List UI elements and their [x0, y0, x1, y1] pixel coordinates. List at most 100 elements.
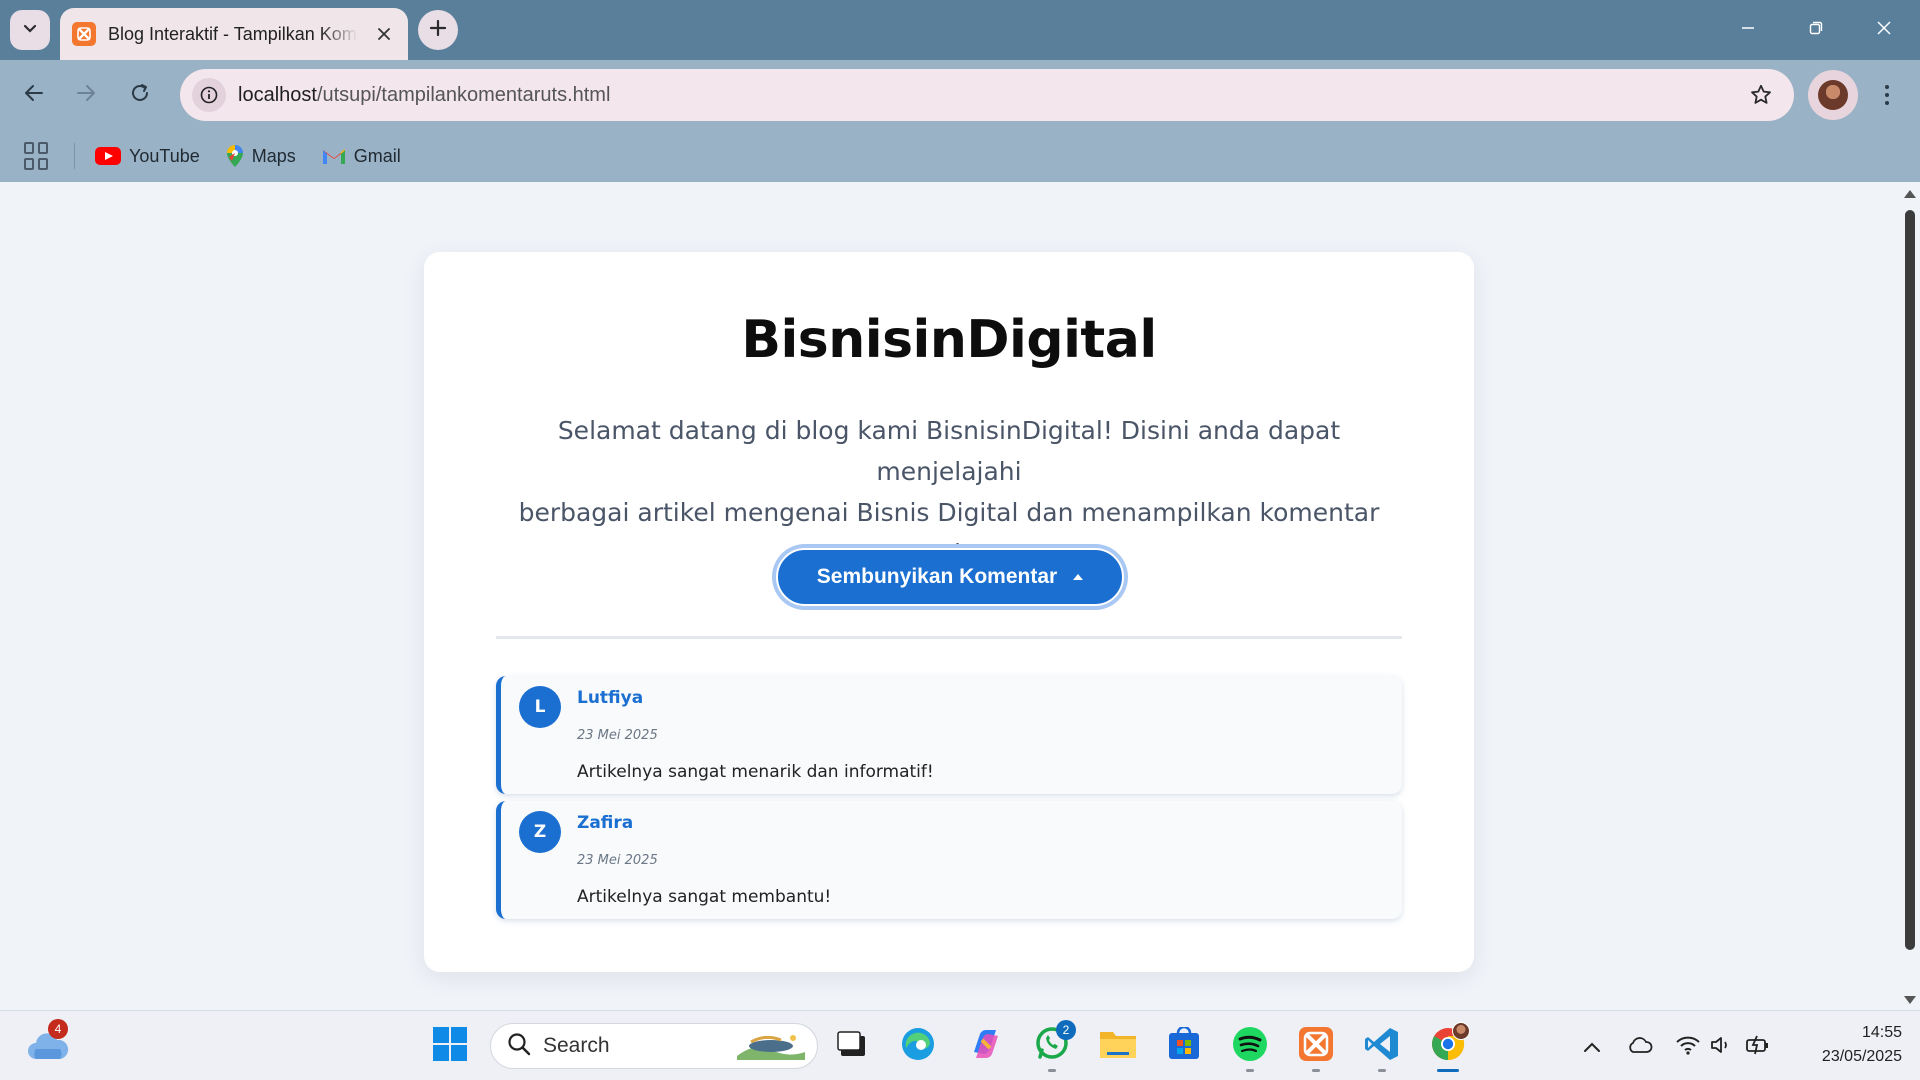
- search-label: Search: [543, 1034, 610, 1057]
- vscode-icon: [1364, 1026, 1400, 1066]
- copilot-icon: [968, 1026, 1004, 1066]
- profile-photo-icon: [1818, 80, 1848, 110]
- volume-tray[interactable]: [1708, 1033, 1736, 1061]
- spotify-icon: [1232, 1026, 1268, 1066]
- reload-button[interactable]: [120, 75, 160, 115]
- whatsapp-badge: 2: [1056, 1020, 1076, 1040]
- page-viewport: BisnisinDigital Selamat datang di blog k…: [0, 182, 1900, 1010]
- page-scrollbar[interactable]: [1900, 182, 1920, 1010]
- windows-taskbar: 4 Search 2 14:55 23/05/2025: [0, 1010, 1920, 1080]
- chevron-down-icon: [22, 20, 38, 40]
- restore-icon: [1808, 20, 1824, 40]
- comment-avatar: Z: [519, 811, 561, 853]
- forward-button[interactable]: [66, 75, 106, 115]
- task-view-icon: [837, 1030, 867, 1062]
- show-hidden-icons[interactable]: [1578, 1033, 1606, 1061]
- battery-charging-icon: [1745, 1034, 1771, 1060]
- browser-menu-button[interactable]: [1872, 78, 1902, 112]
- bookmark-gmail[interactable]: Gmail: [322, 146, 401, 167]
- close-icon: [1876, 20, 1892, 40]
- url-text: localhost/utsupi/tampilankomentaruts.htm…: [238, 84, 610, 107]
- minimize-button[interactable]: [1714, 0, 1782, 60]
- site-info-icon[interactable]: [192, 78, 226, 112]
- taskbar-edge[interactable]: [898, 1026, 938, 1066]
- taskbar-search[interactable]: Search: [490, 1023, 818, 1069]
- new-tab-button[interactable]: [418, 10, 458, 50]
- xampp-icon: [1298, 1026, 1334, 1066]
- taskbar-xampp[interactable]: [1296, 1026, 1336, 1066]
- running-indicator: [1312, 1069, 1320, 1072]
- scroll-down-arrow-icon[interactable]: [1904, 996, 1916, 1004]
- apps-grid-icon[interactable]: [24, 142, 52, 170]
- onedrive-tray[interactable]: [1626, 1033, 1654, 1061]
- browser-toolbar: localhost/utsupi/tampilankomentaruts.htm…: [0, 60, 1920, 130]
- comment-date: 23 Mei 2025: [577, 728, 658, 743]
- minimize-icon: [1740, 20, 1756, 40]
- wifi-tray[interactable]: [1674, 1033, 1702, 1061]
- weather-widget[interactable]: 4: [26, 1019, 70, 1065]
- folder-icon: [1099, 1028, 1137, 1064]
- tab-search-button[interactable]: [10, 10, 50, 50]
- battery-tray[interactable]: [1744, 1033, 1772, 1061]
- taskbar-clock[interactable]: 14:55 23/05/2025: [1790, 1021, 1902, 1069]
- clock-time: 14:55: [1861, 1024, 1902, 1041]
- comment-text: Artikelnya sangat menarik dan informatif…: [577, 762, 934, 782]
- address-bar[interactable]: localhost/utsupi/tampilankomentaruts.htm…: [180, 69, 1794, 121]
- profile-avatar[interactable]: [1808, 70, 1858, 120]
- start-button[interactable]: [430, 1026, 470, 1066]
- scroll-thumb[interactable]: [1905, 210, 1915, 950]
- bookmark-star-icon[interactable]: [1746, 80, 1776, 110]
- running-indicator: [1378, 1069, 1386, 1072]
- scroll-up-arrow-icon[interactable]: [1904, 190, 1916, 198]
- divider: [496, 636, 1402, 639]
- weather-badge: 4: [48, 1019, 68, 1039]
- bookmark-label: YouTube: [129, 145, 200, 166]
- task-view-button[interactable]: [832, 1026, 872, 1066]
- taskbar-ms-store[interactable]: [1164, 1025, 1204, 1066]
- chrome-profile-icon: [1452, 1022, 1470, 1040]
- bookmark-label: Maps: [251, 145, 296, 166]
- plus-icon: [429, 19, 447, 41]
- youtube-icon: [95, 147, 121, 165]
- taskbar-chrome[interactable]: [1428, 1022, 1470, 1066]
- bookmarks-bar: YouTube Maps Gmail: [0, 130, 1920, 182]
- active-tab[interactable]: Blog Interaktif - Tampilkan Komentar: [60, 8, 408, 60]
- comment-item: Z Zafira 23 Mei 2025 Artikelnya sangat m…: [496, 801, 1402, 919]
- arrow-right-icon: [75, 82, 97, 108]
- speaker-icon: [1710, 1035, 1734, 1059]
- chevron-up-icon: [1583, 1038, 1601, 1057]
- caret-up-icon: [1073, 574, 1084, 580]
- close-window-button[interactable]: [1850, 0, 1918, 60]
- bookmark-youtube[interactable]: YouTube: [95, 146, 200, 167]
- taskbar-whatsapp[interactable]: 2: [1032, 1020, 1076, 1066]
- taskbar-copilot[interactable]: [966, 1026, 1006, 1066]
- arrow-left-icon: [23, 82, 45, 108]
- running-indicator: [1048, 1069, 1056, 1072]
- windows-logo-icon: [433, 1027, 467, 1065]
- store-icon: [1167, 1025, 1201, 1065]
- bookmarks-separator: [74, 143, 75, 169]
- blog-card: BisnisinDigital Selamat datang di blog k…: [424, 252, 1474, 972]
- url-host: localhost: [238, 83, 317, 106]
- bookmark-maps[interactable]: Maps: [226, 144, 296, 168]
- tab-close-icon[interactable]: [372, 22, 396, 46]
- hide-comments-button[interactable]: Sembunyikan Komentar: [776, 548, 1124, 606]
- maps-icon: [226, 144, 244, 168]
- comment-text: Artikelnya sangat membantu!: [577, 887, 832, 907]
- tab-title: Blog Interaktif - Tampilkan Komentar: [108, 23, 358, 44]
- wifi-icon: [1675, 1035, 1701, 1059]
- taskbar-vscode[interactable]: [1362, 1026, 1402, 1066]
- comment-item: L Lutfiya 23 Mei 2025 Artikelnya sangat …: [496, 676, 1402, 794]
- cloud-icon: [26, 1033, 70, 1069]
- restore-button[interactable]: [1782, 0, 1850, 60]
- back-button[interactable]: [14, 75, 54, 115]
- taskbar-file-explorer[interactable]: [1098, 1026, 1138, 1066]
- comment-author: Zafira: [577, 813, 634, 833]
- taskbar-spotify[interactable]: [1230, 1026, 1270, 1066]
- toggle-button-label: Sembunyikan Komentar: [816, 565, 1058, 588]
- search-highlight-image-icon: [735, 1028, 807, 1064]
- comment-avatar: L: [519, 686, 561, 728]
- comment-author: Lutfiya: [577, 688, 644, 708]
- running-indicator: [1246, 1069, 1254, 1072]
- url-path: /utsupi/tampilankomentaruts.html: [316, 83, 611, 106]
